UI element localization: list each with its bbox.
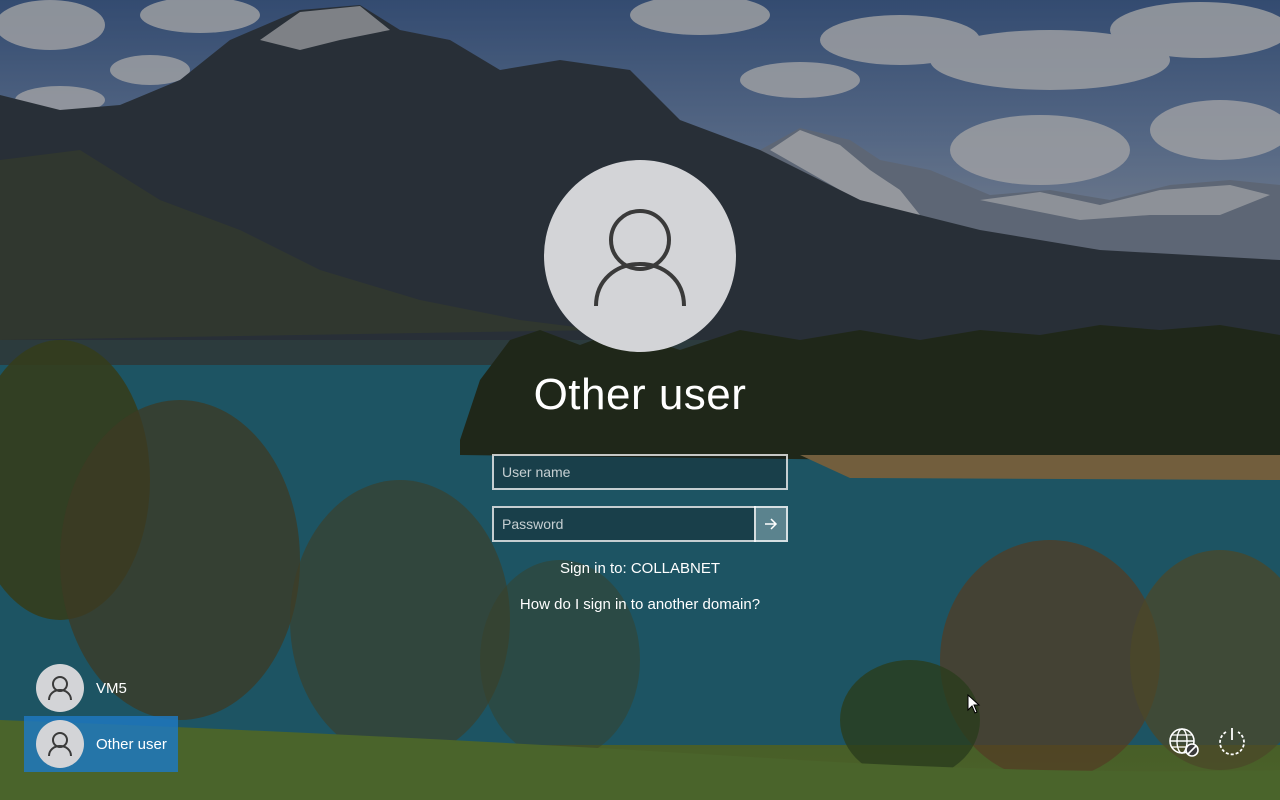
password-row	[492, 506, 788, 542]
username-input[interactable]	[492, 454, 788, 490]
network-button[interactable]	[1164, 722, 1204, 762]
power-icon	[1219, 728, 1245, 756]
user-tile-vm5[interactable]: VM5	[24, 660, 178, 716]
user-avatar-small	[36, 664, 84, 712]
mouse-pointer	[967, 693, 981, 719]
user-avatar-icon	[48, 732, 72, 757]
password-input[interactable]	[492, 506, 756, 542]
user-tile-label: Other user	[96, 735, 167, 753]
submit-button[interactable]	[754, 506, 788, 542]
user-avatar-small	[36, 720, 84, 768]
user-avatar-icon	[48, 676, 72, 701]
user-avatar-icon	[594, 209, 686, 307]
user-tile-label: VM5	[96, 679, 127, 697]
power-button[interactable]	[1212, 722, 1252, 762]
network-globe-icon	[1169, 728, 1199, 757]
user-tile-other-user[interactable]: Other user	[24, 716, 178, 772]
arrow-right-icon	[765, 518, 778, 530]
another-domain-help-link[interactable]: How do I sign in to another domain?	[0, 596, 1280, 613]
user-avatar-large	[544, 160, 736, 352]
sign-in-domain-text: Sign in to: COLLABNET	[559, 560, 721, 577]
page-title: Other user	[533, 370, 747, 419]
